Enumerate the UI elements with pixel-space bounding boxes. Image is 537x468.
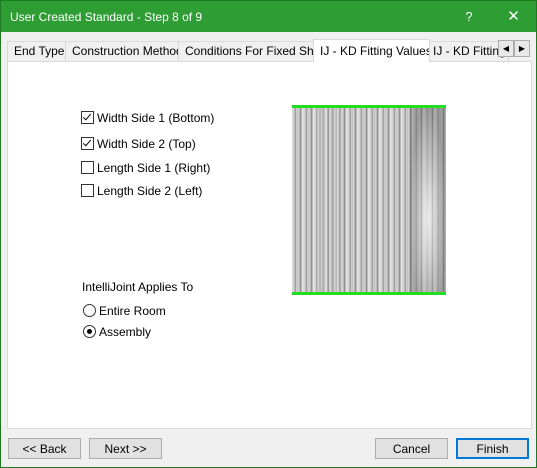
help-button[interactable]: ? bbox=[450, 1, 488, 32]
cancel-button[interactable]: Cancel bbox=[375, 438, 448, 459]
tab-ij-kd-fitting[interactable]: IJ - KD Fitting bbox=[426, 41, 509, 61]
tab-conditions-fixed-shelf[interactable]: Conditions For Fixed Shelf bbox=[178, 41, 319, 61]
wizard-window: User Created Standard - Step 8 of 9 ? ✕ … bbox=[0, 0, 537, 468]
back-button[interactable]: << Back bbox=[8, 438, 81, 459]
radio-off-icon[interactable] bbox=[83, 304, 96, 317]
top-edge-marker bbox=[292, 105, 446, 108]
applies-to-label: IntelliJoint Applies To bbox=[82, 280, 194, 294]
checkbox-label: Length Side 1 (Right) bbox=[97, 161, 211, 175]
checkbox-unchecked-icon[interactable] bbox=[81, 184, 94, 197]
wood-grain-streak bbox=[316, 105, 342, 295]
finish-button[interactable]: Finish bbox=[456, 438, 529, 459]
close-button[interactable]: ✕ bbox=[491, 1, 536, 32]
tab-ij-kd-fitting-values[interactable]: IJ - KD Fitting Values bbox=[313, 39, 430, 62]
next-button[interactable]: Next >> bbox=[89, 438, 162, 459]
bottom-edge-marker bbox=[292, 292, 446, 295]
window-title: User Created Standard - Step 8 of 9 bbox=[10, 10, 203, 24]
checkbox-label: Length Side 2 (Left) bbox=[97, 184, 203, 198]
tab-panel: Width Side 1 (Bottom) Width Side 2 (Top)… bbox=[7, 61, 532, 429]
wood-panel-preview bbox=[292, 105, 446, 295]
radio-label: Assembly bbox=[99, 325, 152, 339]
tab-end-type[interactable]: End Type bbox=[7, 41, 71, 61]
tab-construction-method[interactable]: Construction Method bbox=[65, 41, 180, 61]
checkbox-label: Width Side 1 (Bottom) bbox=[97, 111, 215, 125]
tab-strip: End Type Construction Method Conditions … bbox=[7, 39, 532, 62]
checkbox-checked-icon[interactable] bbox=[81, 111, 94, 124]
tab-scroll-right-icon[interactable]: ▶ bbox=[514, 40, 530, 57]
radio-on-icon[interactable] bbox=[83, 325, 96, 338]
checkbox-label: Width Side 2 (Top) bbox=[97, 137, 196, 151]
checkbox-checked-icon[interactable] bbox=[81, 137, 94, 150]
wood-grain-knot bbox=[410, 105, 446, 295]
title-bar: User Created Standard - Step 8 of 9 ? ✕ bbox=[1, 1, 536, 32]
radio-label: Entire Room bbox=[99, 304, 166, 318]
tab-scroll-left-icon[interactable]: ◀ bbox=[498, 40, 514, 57]
checkbox-unchecked-icon[interactable] bbox=[81, 161, 94, 174]
